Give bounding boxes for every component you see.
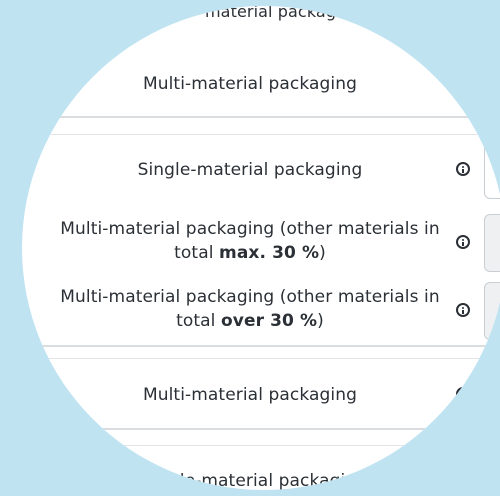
info-icon[interactable] bbox=[456, 387, 470, 401]
row-multi-material-max30-label-line2: total max. 30 %) bbox=[55, 242, 445, 264]
row-multi-material-label-2: Multi-material packaging bbox=[142, 385, 358, 405]
info-icon[interactable] bbox=[456, 162, 470, 176]
value-input-multi-max30[interactable] bbox=[484, 214, 500, 272]
value-input-multi-material-2[interactable] bbox=[484, 367, 500, 425]
row-multi-material-label: Multi-material packaging bbox=[142, 74, 358, 94]
row-multi-material-over30-label-line1: Multi-material packaging (other material… bbox=[60, 287, 440, 307]
label-bold-threshold: max. 30 % bbox=[219, 243, 320, 263]
packaging-options-table: material packaging Multi-material packag… bbox=[22, 6, 500, 490]
info-icon[interactable] bbox=[456, 235, 470, 249]
section-divider bbox=[22, 116, 500, 118]
label-suffix: ) bbox=[317, 311, 324, 331]
section-divider bbox=[22, 134, 500, 135]
value-input-multi-over30[interactable] bbox=[484, 282, 500, 340]
row-multi-material-max30-label-line1: Multi-material packaging (other material… bbox=[60, 219, 440, 239]
top-cut-label: material packaging bbox=[205, 6, 362, 21]
row-multi-material-over30-label-line2: total over 30 %) bbox=[55, 310, 445, 332]
section-divider bbox=[22, 445, 500, 446]
label-suffix: ) bbox=[319, 243, 326, 263]
label-bold-threshold: over 30 % bbox=[221, 311, 318, 331]
screenshot-stage: material packaging Multi-material packag… bbox=[0, 0, 500, 496]
info-icon[interactable] bbox=[456, 303, 470, 317]
label-prefix: total bbox=[176, 311, 222, 331]
value-input-single-material[interactable] bbox=[484, 141, 500, 199]
section-divider bbox=[22, 428, 500, 430]
bottom-cut-label: ngle-material packaging bbox=[158, 471, 368, 490]
row-single-material-label: Single-material packaging bbox=[137, 160, 363, 180]
label-prefix: total bbox=[174, 243, 220, 263]
magnifier-circle: material packaging Multi-material packag… bbox=[22, 6, 500, 490]
section-divider bbox=[22, 345, 500, 347]
section-divider bbox=[22, 358, 500, 359]
